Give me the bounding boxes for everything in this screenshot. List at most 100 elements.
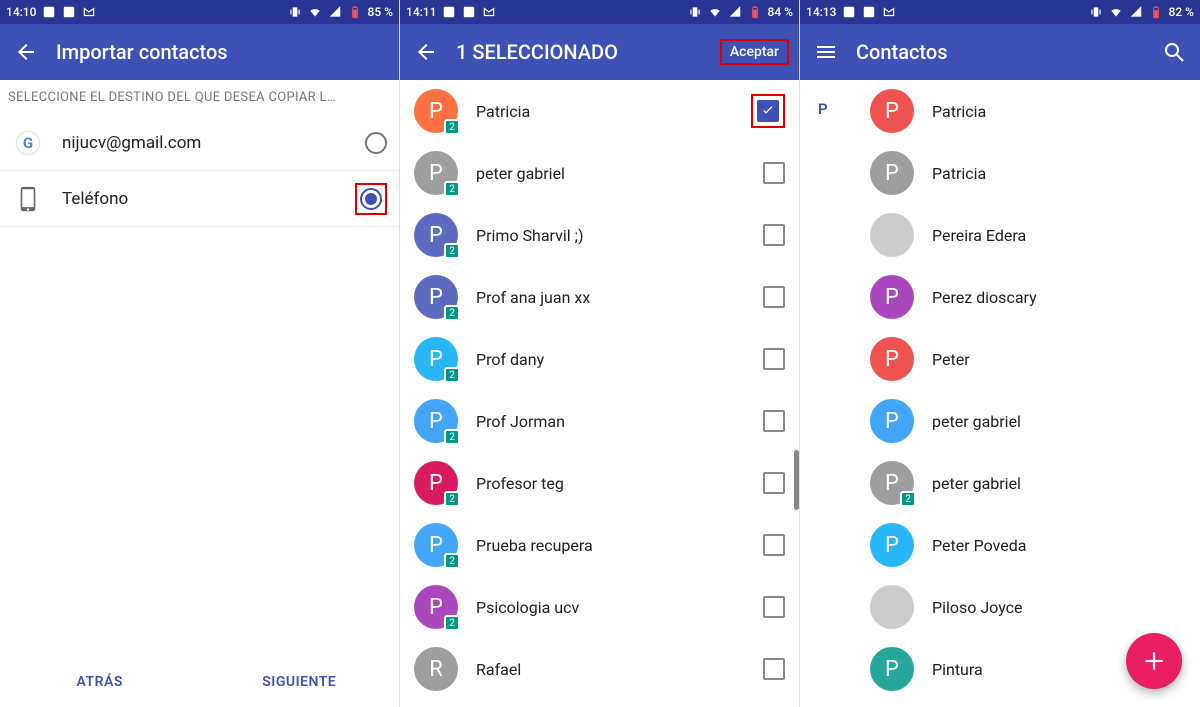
vibrate-icon	[1089, 5, 1103, 19]
pane-contacts: 14:13 82 % Contactos P PPatriciaPPatrici…	[800, 0, 1200, 707]
contact-name: peter gabriel	[932, 412, 1186, 431]
app-bar: Contactos	[800, 24, 1200, 80]
contact-avatar: P2	[414, 523, 458, 567]
sim-badge: 2	[444, 429, 460, 445]
next-button[interactable]: SIGUIENTE	[200, 657, 400, 707]
contact-row[interactable]: P2 Patricia	[400, 80, 799, 142]
contact-row[interactable]: P2peter gabriel	[800, 452, 1200, 514]
back-icon[interactable]	[10, 36, 42, 68]
scrollbar-thumb[interactable]	[794, 450, 799, 510]
phone-device-icon	[12, 186, 44, 212]
google-icon: G	[12, 131, 44, 155]
status-time: 14:13	[806, 5, 836, 19]
contact-row[interactable]: P2Prof Jorman	[400, 390, 799, 452]
sim-badge: 2	[444, 553, 460, 569]
back-button[interactable]: ATRÁS	[0, 657, 200, 707]
contact-row[interactable]: PPatricia	[800, 142, 1200, 204]
contact-avatar: P	[870, 523, 914, 567]
status-time: 14:10	[6, 5, 36, 19]
contact-name: Patricia	[476, 102, 751, 121]
contact-row[interactable]: Ppeter gabriel	[800, 390, 1200, 452]
sim-badge: 2	[444, 305, 460, 321]
subheader: SELECCIONE EL DESTINO DEL QUE DESEA COPI…	[0, 80, 399, 115]
radio-unchecked[interactable]	[365, 132, 387, 154]
sim-badge: 2	[900, 491, 916, 507]
status-bar: 14:11 84 %	[400, 0, 799, 24]
contact-row[interactable]: P2 Primo Sharvil ;)	[400, 204, 799, 266]
contact-name: Prof dany	[476, 350, 763, 369]
destination-row-phone[interactable]: Teléfono	[0, 171, 399, 227]
add-contact-fab[interactable]	[1126, 633, 1182, 689]
image-icon	[842, 5, 856, 19]
contact-avatar: P2	[414, 89, 458, 133]
contact-row[interactable]: P2peter gabriel	[400, 142, 799, 204]
signal-icon	[1129, 5, 1143, 19]
status-battery: 85 %	[368, 5, 393, 19]
checkbox-unchecked[interactable]	[763, 596, 785, 618]
destination-label: Teléfono	[62, 189, 355, 209]
contact-row[interactable]: P2Prof dany	[400, 328, 799, 390]
sim-badge: 2	[444, 181, 460, 197]
radio-checked[interactable]	[360, 188, 382, 210]
contact-name: Pereira Edera	[932, 226, 1186, 245]
contact-row[interactable]: Pereira Edera	[800, 204, 1200, 266]
contact-row[interactable]: P2Prueba recupera	[400, 514, 799, 576]
contact-avatar: P2	[414, 275, 458, 319]
checkbox-unchecked[interactable]	[763, 348, 785, 370]
app-bar: 1 SELECCIONADO Aceptar	[400, 24, 799, 80]
image-icon	[462, 5, 476, 19]
contact-row[interactable]: P2Psicologia ucv	[400, 576, 799, 638]
contact-avatar	[870, 213, 914, 257]
image-icon	[62, 5, 76, 19]
contact-name: Piloso Joyce	[932, 598, 1186, 617]
contact-row[interactable]: PPerez dioscary	[800, 266, 1200, 328]
contact-name: Peter	[932, 350, 1186, 369]
checkbox-unchecked[interactable]	[763, 534, 785, 556]
contact-avatar: P2	[414, 585, 458, 629]
contact-avatar: R	[414, 647, 458, 691]
contact-name: Primo Sharvil ;)	[476, 226, 763, 245]
status-bar: 14:10 85 %	[0, 0, 399, 24]
destination-row-google[interactable]: G nijucv@gmail.com	[0, 115, 399, 171]
destination-label: nijucv@gmail.com	[62, 133, 365, 153]
page-title: 1 SELECCIONADO	[456, 40, 706, 64]
image-icon	[862, 5, 876, 19]
index-letter: P	[818, 100, 828, 118]
checkbox-checked[interactable]	[757, 100, 779, 122]
sim-badge: 2	[444, 491, 460, 507]
checkbox-unchecked[interactable]	[763, 286, 785, 308]
contact-avatar: P2	[414, 213, 458, 257]
contact-row[interactable]: PPeter Poveda	[800, 514, 1200, 576]
accept-button[interactable]: Aceptar	[720, 39, 789, 65]
gmail-icon	[882, 5, 896, 19]
contact-name: Prof Jorman	[476, 412, 763, 431]
wifi-icon	[308, 5, 322, 19]
checkbox-unchecked[interactable]	[763, 472, 785, 494]
contact-list: P2 Patricia P2peter gabriel P2 Primo Sharvil…	[400, 80, 799, 700]
status-time: 14:11	[406, 5, 436, 19]
menu-icon[interactable]	[810, 36, 842, 68]
contact-row[interactable]: P2Profesor teg	[400, 452, 799, 514]
checkbox-unchecked[interactable]	[763, 224, 785, 246]
battery-icon	[348, 5, 362, 19]
search-icon[interactable]	[1158, 36, 1190, 68]
contact-row[interactable]: P Patricia	[800, 80, 1200, 142]
back-icon[interactable]	[410, 36, 442, 68]
contact-avatar	[870, 585, 914, 629]
contact-row[interactable]: P2Prof ana juan xx	[400, 266, 799, 328]
page-title: Contactos	[856, 40, 1144, 64]
contact-name: Patricia	[932, 102, 1186, 121]
contact-row[interactable]: RRafael	[400, 638, 799, 700]
checkbox-unchecked[interactable]	[763, 658, 785, 680]
status-battery: 84 %	[768, 5, 793, 19]
checkbox-unchecked[interactable]	[763, 410, 785, 432]
status-bar: 14:13 82 %	[800, 0, 1200, 24]
page-title: Importar contactos	[56, 40, 389, 64]
contact-row[interactable]: Piloso Joyce	[800, 576, 1200, 638]
contact-list: PPatriciaPPatriciaPereira EderaPPerez di…	[800, 80, 1200, 700]
checkbox-unchecked[interactable]	[763, 162, 785, 184]
contact-row[interactable]: PPeter	[800, 328, 1200, 390]
pane-select: 14:11 84 % 1 SELECCIONADO Aceptar P2 Patr…	[400, 0, 800, 707]
battery-icon	[1149, 5, 1163, 19]
contact-avatar: P	[870, 647, 914, 691]
